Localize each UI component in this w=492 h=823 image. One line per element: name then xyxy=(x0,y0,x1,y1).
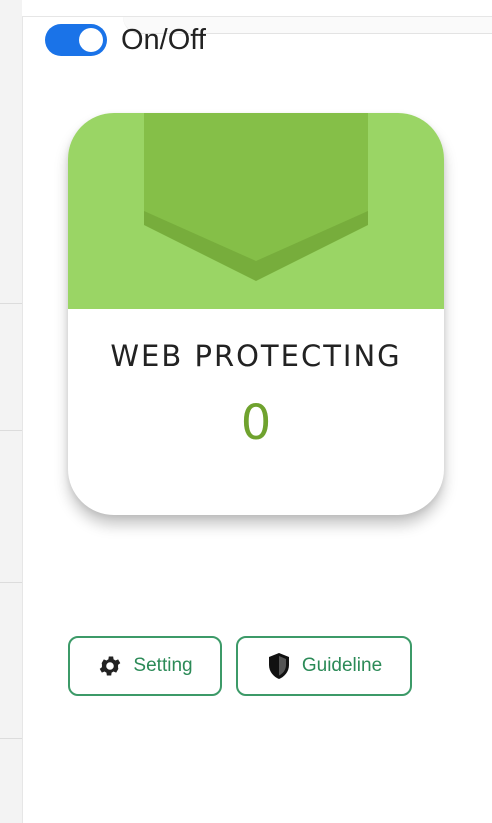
card-header xyxy=(68,113,444,309)
divider xyxy=(0,430,22,431)
shield-icon xyxy=(266,652,292,680)
setting-button-label: Setting xyxy=(133,655,193,676)
power-toggle[interactable] xyxy=(45,24,107,56)
guideline-button[interactable]: Guideline xyxy=(236,636,412,696)
power-toggle-row: On/Off xyxy=(45,22,206,58)
guideline-button-label: Guideline xyxy=(301,655,383,676)
gear-icon xyxy=(97,652,123,680)
shield-icon xyxy=(144,113,368,281)
protection-card: WEB PROTECTING 0 xyxy=(68,113,444,515)
extension-popup-page: On/Off WEB PROTECTING 0 Setting Guidelin… xyxy=(0,0,492,823)
setting-button[interactable]: Setting xyxy=(68,636,222,696)
card-title: WEB PROTECTING xyxy=(110,339,402,373)
divider xyxy=(0,738,22,739)
toggle-label: On/Off xyxy=(121,23,206,56)
blocked-count: 0 xyxy=(240,395,272,451)
divider xyxy=(0,582,22,583)
toggle-knob xyxy=(79,28,103,52)
background-page xyxy=(0,0,22,823)
divider xyxy=(0,303,22,304)
